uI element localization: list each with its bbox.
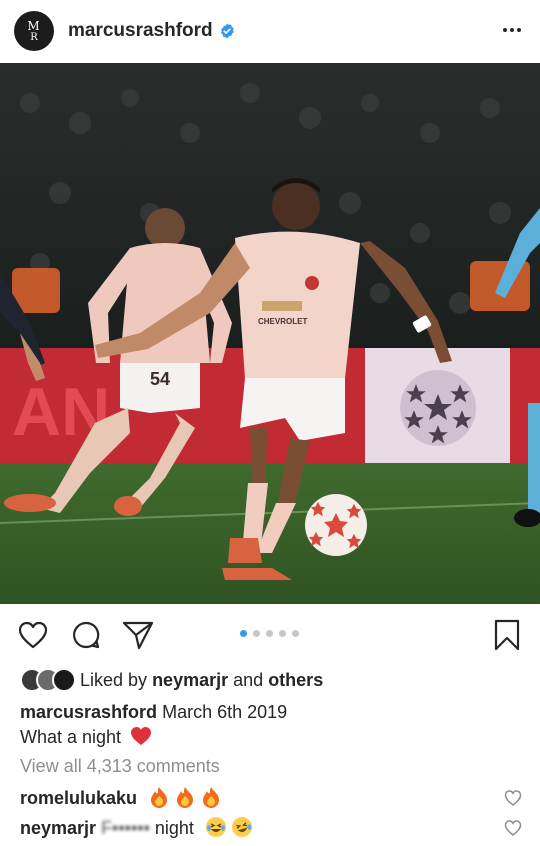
comment-icon[interactable]	[69, 618, 103, 652]
laughing-emoji-icon	[205, 817, 252, 837]
likes-joiner: and	[233, 669, 264, 690]
post-photo[interactable]: AN 54 CHEVROLET	[0, 63, 540, 604]
bookmark-icon[interactable]	[490, 618, 524, 652]
carousel-dot	[253, 630, 260, 637]
username-link[interactable]: marcusrashford	[68, 20, 213, 42]
red-heart-emoji-icon	[131, 727, 152, 745]
shirt-number: 54	[150, 369, 170, 389]
view-all-comments-link[interactable]: View all 4,313 comments	[20, 756, 220, 777]
caption-date: March 6th 2019	[162, 702, 288, 722]
comment-like-heart-icon[interactable]	[504, 789, 522, 807]
photo-illustration: AN 54 CHEVROLET	[0, 63, 540, 604]
caption-username[interactable]: marcusrashford	[20, 702, 157, 722]
liker-username[interactable]: neymarjr	[152, 670, 228, 691]
avatar-monogram-bottom: R	[30, 31, 38, 43]
comment-username[interactable]: romelulukaku	[20, 788, 137, 808]
comment-item: romelulukaku	[20, 786, 226, 809]
comment-item: neymarjr F•••••• night	[20, 816, 253, 839]
liker-avatar	[52, 668, 76, 692]
verified-badge-icon	[220, 23, 234, 39]
comment-username[interactable]: neymarjr	[20, 818, 96, 838]
carousel-indicator	[240, 630, 299, 637]
comment-text: night	[154, 818, 194, 838]
more-options-icon[interactable]	[500, 18, 524, 42]
comment-like-heart-icon[interactable]	[504, 819, 522, 837]
avatar[interactable]: M R	[14, 11, 54, 51]
carousel-dot-active	[240, 630, 247, 637]
fire-emoji-icon	[151, 787, 220, 808]
carousel-dot	[266, 630, 273, 637]
likes-summary[interactable]: Liked by neymarjr and others	[20, 666, 323, 694]
heart-icon[interactable]	[16, 618, 50, 652]
shirt-sponsor-logo	[262, 301, 302, 311]
carousel-dot	[292, 630, 299, 637]
likes-others[interactable]: others	[268, 670, 323, 691]
avatar-monogram-top: M	[27, 18, 41, 33]
shirt-sponsor-text: CHEVROLET	[258, 317, 307, 326]
liker-avatars	[20, 667, 80, 693]
post-header: M R marcusrashford	[0, 0, 540, 62]
share-icon[interactable]	[121, 618, 155, 652]
caption-header: marcusrashford March 6th 2019	[20, 702, 287, 723]
caption-text: What a night	[20, 727, 122, 747]
censored-comment-text: F••••••	[101, 818, 150, 838]
likes-prefix: Liked by	[80, 669, 148, 690]
carousel-dot	[279, 630, 286, 637]
caption-text-line: What a night	[20, 726, 152, 748]
